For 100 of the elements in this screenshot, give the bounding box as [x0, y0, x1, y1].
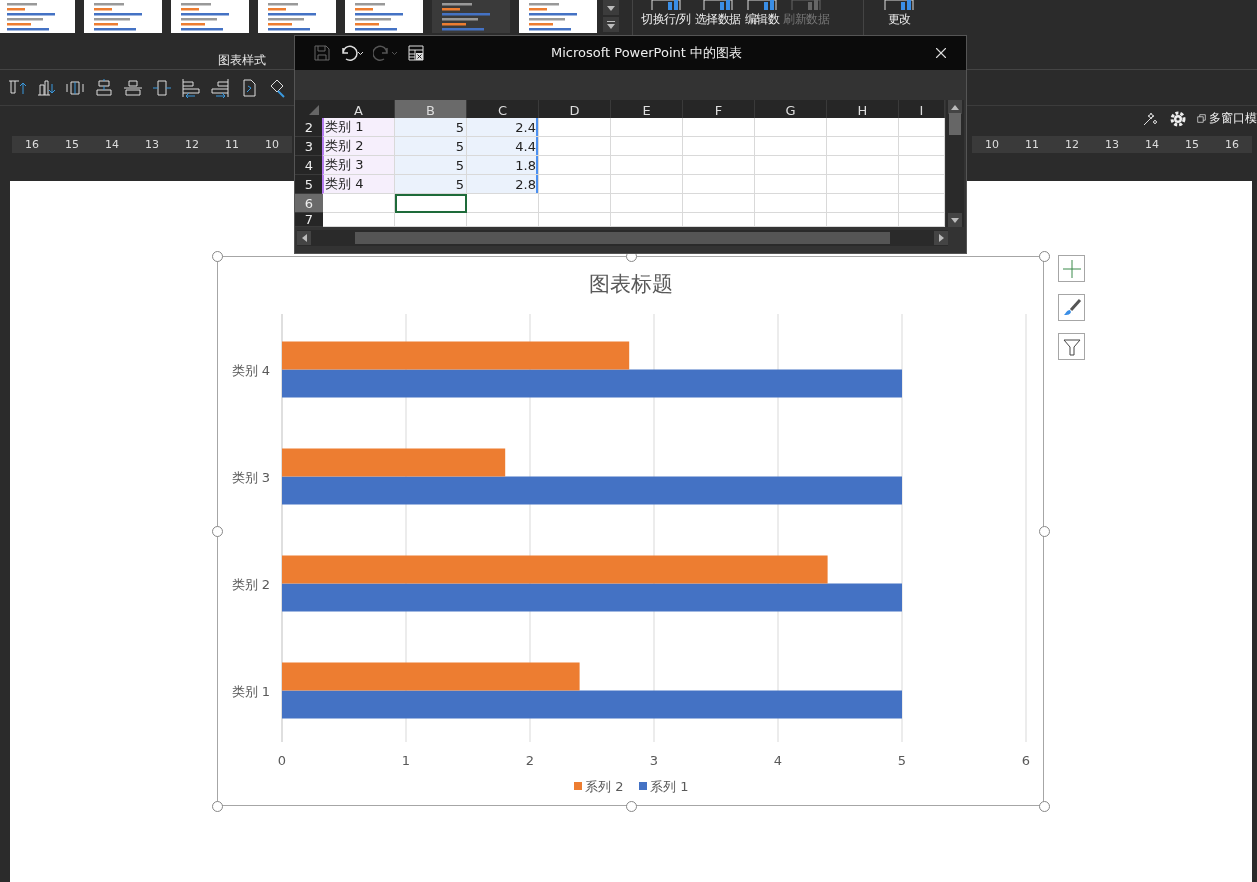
table-cell[interactable] — [899, 213, 945, 227]
table-cell[interactable] — [899, 118, 945, 137]
column-header[interactable]: C — [467, 100, 539, 118]
redo-icon[interactable] — [373, 44, 399, 62]
align-bottom-icon[interactable] — [36, 77, 56, 98]
resize-handle[interactable] — [1039, 526, 1050, 537]
table-cell[interactable] — [755, 194, 827, 213]
table-cell[interactable] — [611, 175, 683, 194]
table-cell[interactable]: 5 — [395, 175, 467, 194]
table-cell[interactable] — [683, 118, 755, 137]
align-left-icon[interactable] — [181, 77, 201, 98]
table-cell[interactable] — [755, 137, 827, 156]
active-cell[interactable] — [395, 194, 467, 213]
table-cell[interactable] — [395, 213, 467, 227]
scrollbar-thumb[interactable] — [949, 112, 961, 135]
row-header[interactable]: 2 — [295, 118, 323, 137]
table-cell[interactable] — [683, 194, 755, 213]
column-header[interactable]: D — [539, 100, 611, 118]
left-arrow-icon[interactable] — [300, 234, 308, 242]
table-cell[interactable] — [827, 194, 899, 213]
row-header[interactable]: 6 — [295, 194, 323, 213]
chart-style-thumbnail[interactable] — [345, 0, 423, 33]
table-cell[interactable] — [827, 213, 899, 227]
table-cell[interactable] — [827, 137, 899, 156]
table-cell[interactable] — [539, 137, 611, 156]
up-arrow-icon[interactable] — [951, 103, 959, 111]
resize-handle[interactable] — [1039, 801, 1050, 812]
table-cell[interactable] — [539, 175, 611, 194]
column-header[interactable]: A — [323, 100, 395, 118]
table-cell[interactable]: 类别 1 — [323, 118, 395, 137]
table-cell[interactable]: 1.8 — [467, 156, 539, 175]
table-cell[interactable] — [683, 137, 755, 156]
chevron-down-icon[interactable] — [607, 3, 615, 12]
row-header[interactable]: 7 — [295, 213, 323, 227]
table-cell[interactable]: 5 — [395, 156, 467, 175]
table-cell[interactable] — [539, 194, 611, 213]
table-cell[interactable]: 5 — [395, 118, 467, 137]
horizontal-scrollbar[interactable] — [297, 230, 948, 246]
down-arrow-icon[interactable] — [951, 216, 959, 224]
table-cell[interactable] — [611, 156, 683, 175]
table-cell[interactable] — [539, 213, 611, 227]
table-cell[interactable] — [899, 175, 945, 194]
table-cell[interactable]: 2.8 — [467, 175, 539, 194]
settings-icon[interactable] — [1169, 109, 1187, 128]
column-header[interactable]: G — [755, 100, 827, 118]
table-cell[interactable] — [323, 194, 395, 213]
table-cell[interactable] — [539, 156, 611, 175]
gallery-scroll-button[interactable] — [603, 0, 619, 15]
gallery-expand-button[interactable] — [603, 17, 619, 32]
ribbon-button[interactable]: 切换行/列 — [641, 0, 691, 27]
table-cell[interactable] — [899, 156, 945, 175]
table-cell[interactable] — [827, 175, 899, 194]
table-cell[interactable] — [755, 175, 827, 194]
vertical-scrollbar[interactable] — [946, 100, 964, 227]
table-cell[interactable] — [611, 118, 683, 137]
chart-style-thumbnail[interactable] — [519, 0, 597, 33]
table-cell[interactable] — [539, 118, 611, 137]
align-middle-icon[interactable] — [123, 77, 143, 98]
column-header[interactable]: B — [395, 100, 467, 118]
table-cell[interactable] — [755, 118, 827, 137]
resize-handle[interactable] — [212, 251, 223, 262]
expand-icon[interactable] — [607, 20, 615, 29]
table-cell[interactable] — [755, 213, 827, 227]
table-cell[interactable]: 5 — [395, 137, 467, 156]
column-header[interactable]: F — [683, 100, 755, 118]
table-cell[interactable]: 4.4 — [467, 137, 539, 156]
resize-handle[interactable] — [625, 801, 637, 812]
table-icon[interactable] — [407, 44, 425, 62]
table-cell[interactable] — [467, 194, 539, 213]
resize-handle[interactable] — [212, 526, 223, 537]
undo-icon[interactable] — [339, 44, 365, 62]
table-cell[interactable] — [755, 156, 827, 175]
table-cell[interactable] — [683, 213, 755, 227]
multi-window-button[interactable]: 多窗口模 — [1197, 110, 1257, 127]
column-header[interactable]: I — [899, 100, 945, 118]
table-cell[interactable]: 类别 2 — [323, 137, 395, 156]
ribbon-button[interactable]: 选择数据 — [694, 0, 741, 27]
table-cell[interactable]: 2.4 — [467, 118, 539, 137]
column-header[interactable]: E — [611, 100, 683, 118]
ribbon-button[interactable]: 编辑数 — [744, 0, 780, 27]
row-header[interactable]: 4 — [295, 156, 323, 175]
save-icon[interactable] — [313, 44, 331, 62]
table-cell[interactable] — [611, 137, 683, 156]
resize-handle[interactable] — [1039, 251, 1050, 262]
table-cell[interactable] — [827, 118, 899, 137]
table-cell[interactable]: 类别 4 — [323, 175, 395, 194]
row-header[interactable]: 3 — [295, 137, 323, 156]
scrollbar-thumb[interactable] — [355, 232, 890, 244]
chart-style-thumbnail[interactable] — [171, 0, 249, 33]
resize-handle[interactable] — [212, 801, 223, 812]
chart-style-thumbnail[interactable] — [0, 0, 75, 33]
ribbon-button[interactable]: 更改 — [883, 0, 915, 27]
table-cell[interactable] — [467, 213, 539, 227]
distribute-vertical-icon[interactable] — [152, 77, 172, 98]
table-cell[interactable] — [611, 213, 683, 227]
table-cell[interactable] — [827, 156, 899, 175]
table-cell[interactable] — [683, 175, 755, 194]
align-center-icon[interactable] — [94, 77, 114, 98]
chart-area[interactable]: 图表标题 类别 4 类别 3 类别 2 类别 1 0 1 2 3 4 5 6 系列 2 系列 1 — [217, 256, 1044, 806]
table-cell[interactable]: 类别 3 — [323, 156, 395, 175]
